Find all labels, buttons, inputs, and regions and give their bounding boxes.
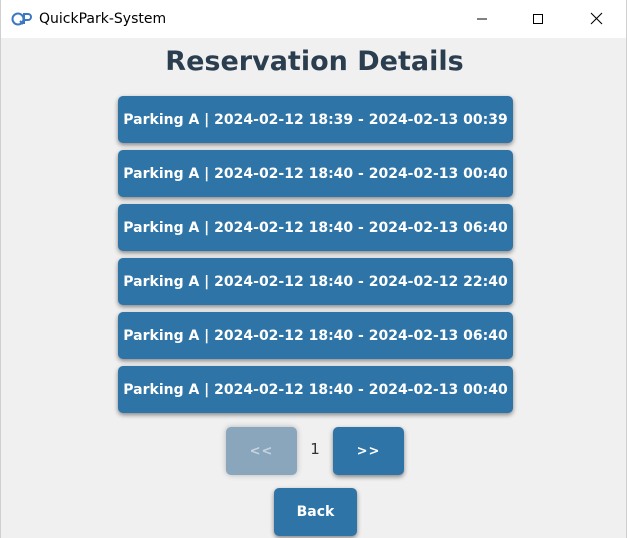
maximize-icon	[532, 10, 544, 29]
title-bar[interactable]: QuickPark-System	[1, 0, 626, 38]
minimize-icon	[476, 10, 488, 29]
quickpark-logo-icon	[11, 11, 33, 27]
reservation-button[interactable]: Parking A | 2024-02-12 18:40 - 2024-02-1…	[118, 312, 513, 359]
close-button[interactable]	[573, 0, 619, 38]
reservation-button[interactable]: Parking A | 2024-02-12 18:40 - 2024-02-1…	[118, 150, 513, 197]
next-page-button[interactable]: >>	[333, 427, 404, 475]
app-window: QuickPark-System Reservation Details Par…	[0, 0, 627, 538]
reservation-button[interactable]: Parking A | 2024-02-12 18:40 - 2024-02-1…	[118, 366, 513, 413]
previous-page-button[interactable]: <<	[226, 427, 297, 475]
back-button[interactable]: Back	[274, 488, 357, 536]
window-title: QuickPark-System	[39, 11, 167, 27]
maximize-button[interactable]	[515, 0, 561, 38]
reservation-button[interactable]: Parking A | 2024-02-12 18:40 - 2024-02-1…	[118, 204, 513, 251]
page-title: Reservation Details	[165, 46, 464, 77]
reservation-button[interactable]: Parking A | 2024-02-12 18:40 - 2024-02-1…	[118, 258, 513, 305]
minimize-button[interactable]	[459, 0, 505, 38]
page-number: 1	[310, 440, 320, 458]
reservation-button[interactable]: Parking A | 2024-02-12 18:39 - 2024-02-1…	[118, 96, 513, 143]
close-icon	[590, 10, 603, 29]
